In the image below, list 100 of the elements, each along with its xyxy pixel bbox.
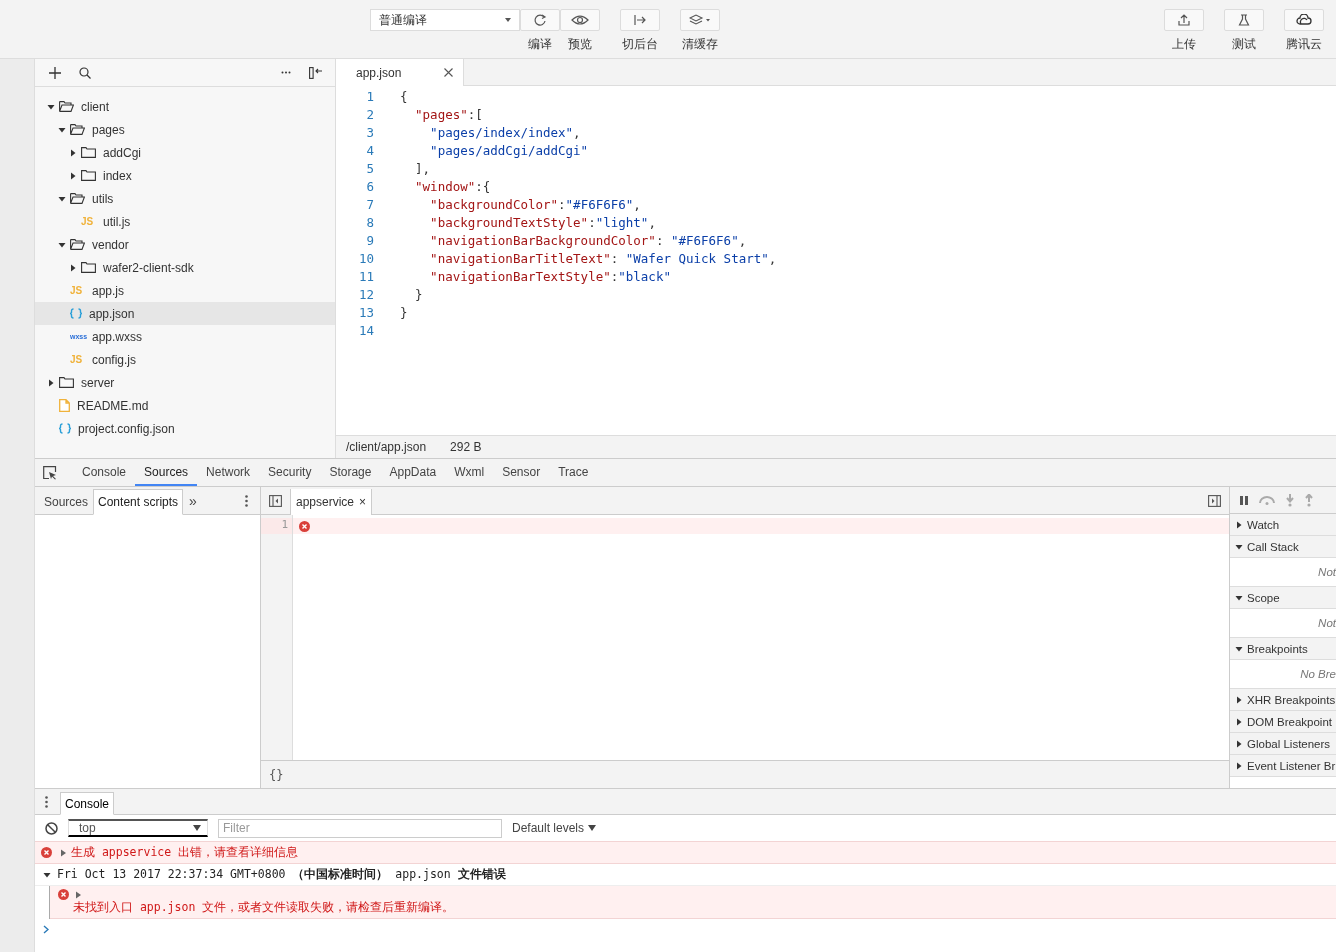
context-dropdown[interactable]: top xyxy=(68,819,208,837)
expand-arrow-icon[interactable] xyxy=(47,378,55,387)
file-tree-item[interactable]: pages xyxy=(35,118,335,141)
code-line: "pages/addCgi/addCgi" xyxy=(429,142,589,158)
flask-icon xyxy=(1238,14,1250,26)
file-tree-item[interactable]: client xyxy=(35,95,335,118)
expand-arrow-icon[interactable] xyxy=(1235,593,1243,602)
file-tree-item[interactable]: index xyxy=(35,164,335,187)
collapse-panel-icon[interactable] xyxy=(309,66,323,79)
line-number: 7 xyxy=(365,196,374,212)
line-number: 1 xyxy=(365,88,374,104)
levels-dropdown[interactable]: Default levels xyxy=(512,821,597,835)
upload-icon xyxy=(1178,14,1190,26)
debugger-section[interactable]: Breakpoints xyxy=(1230,638,1336,660)
file-tree-item[interactable]: server xyxy=(35,371,335,394)
expand-arrow-icon[interactable] xyxy=(69,263,77,272)
expand-arrow-icon[interactable] xyxy=(1235,644,1243,653)
menu-icon[interactable] xyxy=(45,795,48,808)
js-file-icon: JS xyxy=(70,354,85,365)
expand-arrow-icon[interactable] xyxy=(58,240,66,249)
clear-console-icon[interactable] xyxy=(45,821,58,835)
refresh-icon xyxy=(533,13,547,27)
code-line: "pages/index/index", xyxy=(429,124,581,140)
empty-message: No Bre xyxy=(1300,668,1336,680)
line-number: 14 xyxy=(357,322,374,338)
file-tree-item[interactable]: JS util.js xyxy=(35,210,335,233)
menu-icon[interactable] xyxy=(245,494,248,507)
open-folder-icon xyxy=(70,124,85,135)
expand-arrow-icon[interactable] xyxy=(1235,739,1243,748)
code-line: "backgroundColor":"#F6F6F6", xyxy=(429,196,641,212)
line-number: 11 xyxy=(357,268,374,284)
code-line: } xyxy=(400,304,408,320)
devtools-tab[interactable]: Storage xyxy=(320,459,381,486)
devtools-tab[interactable]: Sensor xyxy=(493,459,550,486)
file-path: /client/app.json xyxy=(346,440,427,454)
switch-arrow-icon xyxy=(633,14,647,26)
open-folder-icon xyxy=(70,239,85,250)
devtools-tab[interactable]: Security xyxy=(259,459,321,486)
filter-field[interactable]: Filter xyxy=(218,818,502,838)
drawer-tab[interactable]: Console xyxy=(60,792,115,815)
empty-message: Not xyxy=(1318,617,1336,629)
file-tree-item[interactable]: README.md xyxy=(35,394,335,417)
toggle-debugger-icon[interactable] xyxy=(1208,494,1221,507)
add-icon[interactable] xyxy=(49,66,61,79)
more-tabs-button[interactable]: » xyxy=(183,487,203,514)
file-tree-item[interactable]: vendor xyxy=(35,233,335,256)
expand-arrow-icon[interactable] xyxy=(47,102,55,111)
file-tree-item[interactable]: utils xyxy=(35,187,335,210)
folder-icon xyxy=(81,147,96,158)
braces-icon xyxy=(70,308,82,319)
more-icon[interactable] xyxy=(281,71,291,74)
cloud-icon xyxy=(1296,14,1312,26)
file-tree-item[interactable]: project.config.json xyxy=(35,417,335,440)
log-group-title: Fri Oct 13 2017 22:37:34 GMT+0800 （中国标准时间） app.json 文件错误 xyxy=(57,867,506,882)
compile-mode-dropdown[interactable]: 普通编译 xyxy=(370,9,520,31)
toggle-navigator-icon[interactable] xyxy=(269,494,282,507)
editor-tab[interactable]: app.json xyxy=(336,59,464,86)
navigator-tab[interactable]: Sources xyxy=(39,489,94,515)
pretty-print-button[interactable]: {} xyxy=(269,767,284,782)
folder-icon xyxy=(81,262,96,273)
expand-arrow-icon[interactable] xyxy=(58,194,66,203)
expand-arrow-icon[interactable] xyxy=(1235,695,1243,704)
devtools-tab[interactable]: Console xyxy=(73,459,136,486)
devtools-tab[interactable]: Network xyxy=(197,459,260,486)
file-tree-item[interactable]: wafer2-client-sdk xyxy=(35,256,335,279)
inspect-icon[interactable] xyxy=(43,465,57,480)
devtools-tab[interactable]: AppData xyxy=(380,459,446,486)
expand-arrow-icon[interactable] xyxy=(69,148,77,157)
close-icon[interactable] xyxy=(444,68,453,77)
debugger-section[interactable]: DOM Breakpoint xyxy=(1230,711,1336,733)
file-tree-item[interactable]: app.json xyxy=(35,302,335,325)
expand-arrow-icon[interactable] xyxy=(1235,542,1243,551)
line-number: 12 xyxy=(357,286,374,302)
debugger-section[interactable]: Global Listeners xyxy=(1230,733,1336,755)
pause-icon[interactable] xyxy=(1240,495,1248,505)
navigator-tab[interactable]: Content scripts xyxy=(93,489,184,515)
debugger-section[interactable]: Watch xyxy=(1230,514,1336,536)
expand-arrow-icon[interactable] xyxy=(1235,717,1243,726)
js-file-icon: JS xyxy=(81,216,96,227)
file-tree-item[interactable]: JS config.js xyxy=(35,348,335,371)
debugger-section[interactable]: Scope xyxy=(1230,587,1336,609)
debugger-section[interactable]: Call Stack xyxy=(1230,536,1336,558)
folder-icon xyxy=(81,170,96,181)
expand-arrow-icon[interactable] xyxy=(1235,761,1243,770)
close-button[interactable]: × xyxy=(359,495,367,509)
debugger-section[interactable]: XHR Breakpoints xyxy=(1230,689,1336,711)
expand-arrow-icon[interactable] xyxy=(58,125,66,134)
expand-arrow-icon[interactable] xyxy=(69,171,77,180)
devtools-tab[interactable]: Wxml xyxy=(445,459,494,486)
expand-arrow-icon[interactable] xyxy=(1235,520,1243,529)
error-icon xyxy=(299,520,310,532)
file-tree-item[interactable]: JS app.js xyxy=(35,279,335,302)
devtools-tab[interactable]: Trace xyxy=(549,459,598,486)
source-tab[interactable]: appservice × xyxy=(290,489,373,515)
error-message: 生成 appservice 出错，请查看详细信息 xyxy=(71,845,299,860)
search-icon[interactable] xyxy=(79,66,91,79)
debugger-section[interactable]: Event Listener Br xyxy=(1230,755,1336,777)
file-tree-item[interactable]: addCgi xyxy=(35,141,335,164)
expand-arrow-icon[interactable] xyxy=(43,870,51,879)
code-line: "backgroundTextStyle":"light", xyxy=(429,214,656,230)
